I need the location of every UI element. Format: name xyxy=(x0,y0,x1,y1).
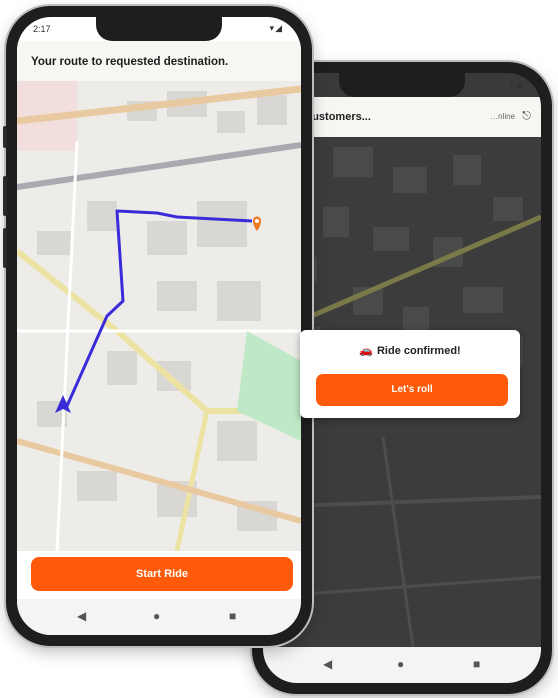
lets-roll-button[interactable]: Let's roll xyxy=(316,374,508,406)
car-icon: 🚗 xyxy=(359,345,373,357)
signal-icon: ▾◢ xyxy=(509,79,523,89)
page-title: Your route to requested destination. xyxy=(31,56,229,68)
dialog-title-text: Ride confirmed! xyxy=(376,345,461,357)
nav-back-icon[interactable]: ◀ xyxy=(323,657,332,671)
app-header: Your route to requested destination. xyxy=(17,41,301,81)
driver-screen: 2:17 ▾◢ Your route to requested destinat… xyxy=(17,17,301,635)
online-status: …nline xyxy=(490,112,515,121)
start-ride-button[interactable]: Start Ride xyxy=(31,557,293,591)
nav-back-icon[interactable]: ◀ xyxy=(77,609,86,623)
volume-down-button xyxy=(3,228,7,268)
phone-notch xyxy=(96,17,222,41)
driver-phone: 2:17 ▾◢ Your route to requested destinat… xyxy=(3,6,312,646)
side-button xyxy=(3,126,7,148)
status-time: 2:17 xyxy=(33,24,51,34)
nav-home-icon[interactable]: ● xyxy=(397,657,404,671)
volume-up-button xyxy=(3,176,7,216)
android-nav-bar: ◀ ● ■ xyxy=(17,599,301,635)
nav-home-icon[interactable]: ● xyxy=(153,609,160,623)
dialog-title: 🚗 Ride confirmed! xyxy=(300,344,520,357)
phone-notch xyxy=(339,73,465,97)
android-nav-bar: ◀ ● ■ xyxy=(263,647,541,683)
ride-confirmed-dialog: 🚗 Ride confirmed! Let's roll xyxy=(300,330,520,418)
nav-recents-icon[interactable]: ■ xyxy=(229,609,236,623)
route-map[interactable] xyxy=(17,81,301,551)
nav-recents-icon[interactable]: ■ xyxy=(473,657,480,671)
signal-icon: ▾◢ xyxy=(269,23,283,33)
logout-icon[interactable]: ⎋ xyxy=(522,110,531,123)
